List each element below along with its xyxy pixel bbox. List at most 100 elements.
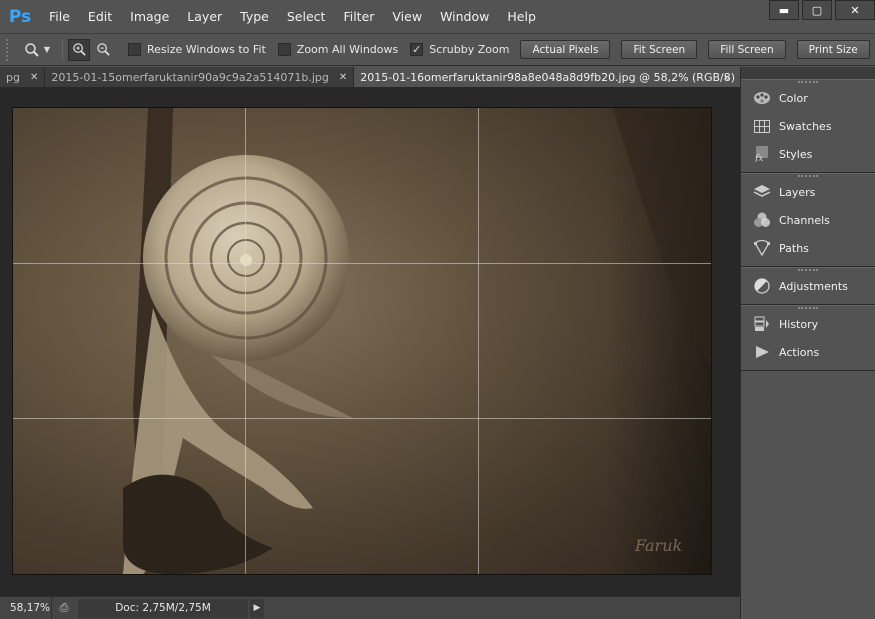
panel-item-label: Color (779, 91, 808, 105)
scrubby-zoom-checkbox[interactable]: ✓ Scrubby Zoom (410, 43, 509, 56)
dock-header[interactable] (741, 67, 875, 79)
zoom-in-icon (72, 43, 86, 56)
resize-windows-checkbox[interactable]: Resize Windows to Fit (128, 43, 266, 56)
panel-item-adjustments[interactable]: Adjustments (741, 272, 875, 300)
fill-screen-button[interactable]: Fill Screen (708, 40, 786, 59)
zoom-icon (25, 42, 39, 57)
panel-item-label: Adjustments (779, 279, 848, 293)
zoom-in-button[interactable] (68, 38, 90, 61)
panel-item-styles[interactable]: fx Styles (741, 140, 875, 168)
channels-icon (751, 211, 773, 229)
panel-item-swatches[interactable]: Swatches (741, 112, 875, 140)
svg-text:fx: fx (754, 154, 763, 162)
panel-item-paths[interactable]: Paths (741, 234, 875, 262)
menu-help[interactable]: Help (498, 0, 545, 33)
divider (62, 38, 63, 61)
document-tab-bar: pg ✕ 2015-01-15omerfaruktanir90a9c9a2a51… (0, 67, 761, 87)
options-bar: ▼ Resize Windows to Fit Zoom All Windows… (0, 33, 875, 66)
panel-item-label: Paths (779, 241, 809, 255)
close-button[interactable]: ✕ (835, 0, 875, 20)
menu-image[interactable]: Image (121, 0, 178, 33)
tab-document-3[interactable]: 2015-01-16omerfaruktanir98a8e048a8d9fb20… (354, 67, 761, 87)
status-bar: 58,17% ⎙ Doc: 2,75M/2,75M ▶ (0, 596, 740, 619)
grid-line (245, 108, 246, 574)
minimize-button[interactable]: ▬ (769, 0, 799, 20)
app-logo[interactable]: Ps (0, 0, 40, 33)
panel-group-color: Color Swatches fx Styles (741, 79, 875, 173)
zoom-all-windows-checkbox[interactable]: Zoom All Windows (277, 43, 399, 56)
print-size-button[interactable]: Print Size (796, 40, 870, 59)
checkbox-box[interactable]: ✓ (410, 43, 424, 56)
close-icon[interactable]: ✕ (30, 72, 38, 83)
menu-type[interactable]: Type (231, 0, 278, 33)
checkbox-box[interactable] (128, 43, 141, 56)
checkbox-label: Scrubby Zoom (429, 43, 510, 56)
window-controls: ▬ ▢ ✕ (766, 0, 875, 20)
panel-group-layers: Layers Channels Paths (741, 173, 875, 267)
grid-line (13, 418, 711, 419)
panel-group-history: History Actions (741, 305, 875, 371)
styles-icon: fx (751, 145, 773, 163)
menu-select[interactable]: Select (278, 0, 335, 33)
tab-label: pg (6, 70, 20, 84)
panel-item-color[interactable]: Color (741, 84, 875, 112)
tool-preset-picker[interactable]: ▼ (17, 38, 57, 62)
status-menu-arrow-icon[interactable]: ▶ (250, 598, 264, 618)
close-icon[interactable]: ✕ (339, 72, 347, 83)
panel-grip[interactable] (798, 307, 818, 309)
swatches-icon (751, 117, 773, 135)
tab-document-2[interactable]: 2015-01-15omerfaruktanir90a9c9a2a514071b… (45, 67, 355, 87)
menu-edit[interactable]: Edit (79, 0, 121, 33)
document-image[interactable]: Faruk (13, 108, 711, 574)
chevron-down-icon: ▼ (43, 45, 51, 54)
tab-overflow-button[interactable]: » (714, 67, 740, 87)
zoom-level-field[interactable]: 58,17% (0, 596, 52, 619)
panel-item-label: Styles (779, 147, 813, 161)
layers-icon (751, 183, 773, 201)
panel-item-label: Actions (779, 345, 820, 359)
checkbox-box[interactable] (277, 43, 291, 56)
panel-grip[interactable] (798, 269, 818, 271)
grid-line (13, 263, 711, 264)
history-icon (751, 315, 773, 333)
panel-item-label: Layers (779, 185, 816, 199)
color-icon (751, 89, 773, 107)
panel-item-label: History (779, 317, 819, 331)
panel-item-actions[interactable]: Actions (741, 338, 875, 366)
fit-screen-button[interactable]: Fit Screen (621, 40, 698, 59)
actual-pixels-button[interactable]: Actual Pixels (520, 40, 611, 59)
adjustments-icon (751, 277, 773, 295)
signature-watermark: Faruk (634, 536, 682, 555)
menu-layer[interactable]: Layer (178, 0, 231, 33)
tab-document-1[interactable]: pg ✕ (0, 67, 46, 87)
panel-group-adjustments: Adjustments (741, 267, 875, 305)
doc-size-info: Doc: 2,75M/2,75M (78, 598, 248, 618)
check-icon: ✓ (412, 43, 422, 56)
maximize-button[interactable]: ▢ (802, 0, 832, 20)
share-icon[interactable]: ⎙ (52, 597, 76, 619)
zoom-out-icon (96, 43, 110, 56)
grid-line (478, 108, 479, 574)
menu-filter[interactable]: Filter (334, 0, 383, 33)
panel-dock: Color Swatches fx Styles Layers Channels… (740, 67, 875, 619)
snail-photo: Faruk (13, 108, 711, 574)
menu-file[interactable]: File (40, 0, 79, 33)
canvas-area[interactable]: Faruk (0, 87, 740, 596)
tab-label: 2015-01-16omerfaruktanir98a8e048a8d9fb20… (360, 70, 736, 84)
checkbox-label: Resize Windows to Fit (147, 43, 266, 56)
panel-item-label: Swatches (779, 119, 832, 133)
menu-window[interactable]: Window (431, 0, 498, 33)
panel-item-channels[interactable]: Channels (741, 206, 875, 234)
checkbox-label: Zoom All Windows (296, 43, 399, 56)
panel-grip[interactable] (798, 81, 818, 83)
actions-icon (751, 343, 773, 361)
paths-icon (751, 239, 773, 257)
zoom-out-button[interactable] (92, 39, 114, 61)
tab-label: 2015-01-15omerfaruktanir90a9c9a2a514071b… (51, 70, 329, 84)
panel-grip[interactable] (798, 175, 818, 177)
menu-bar: Ps File Edit Image Layer Type Select Fil… (0, 0, 875, 33)
menu-view[interactable]: View (383, 0, 431, 33)
panel-item-history[interactable]: History (741, 310, 875, 338)
options-bar-grip[interactable] (6, 38, 12, 61)
panel-item-layers[interactable]: Layers (741, 178, 875, 206)
